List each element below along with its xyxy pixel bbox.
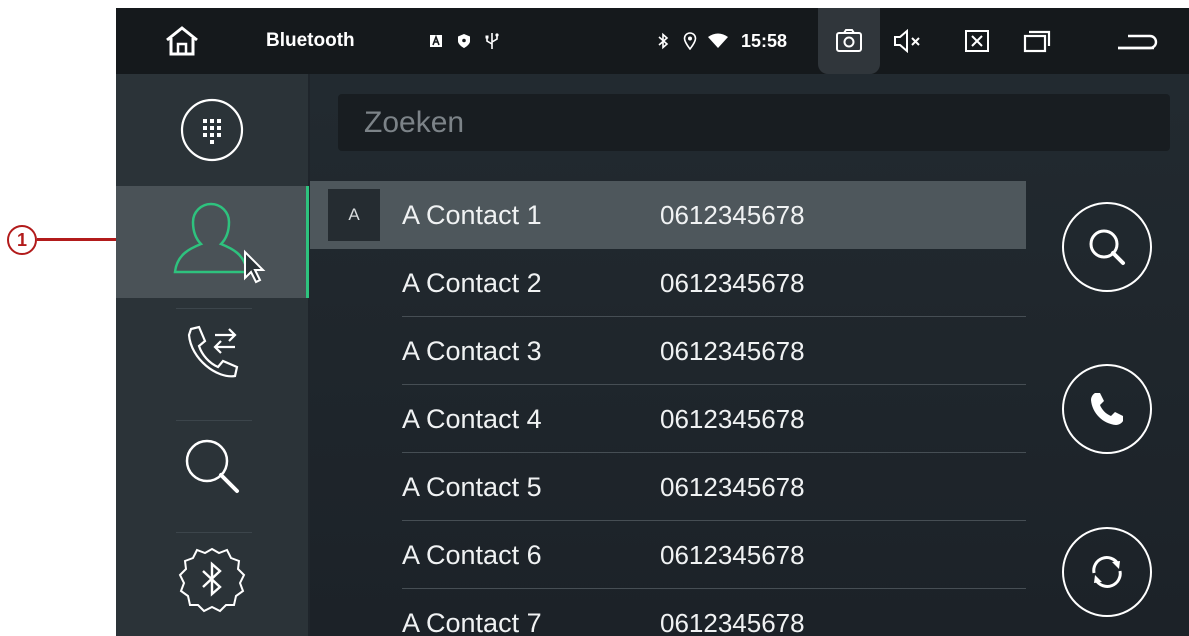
- sidebar-item-dialpad[interactable]: [116, 74, 308, 186]
- screenshot-icon: [836, 29, 862, 52]
- call-button[interactable]: [1062, 364, 1152, 454]
- contact-row[interactable]: A A Contact 1 0612345678: [310, 181, 1026, 249]
- contact-phone: 0612345678: [660, 404, 805, 434]
- contact-row[interactable]: A Contact 4 0612345678: [310, 385, 1026, 453]
- callout-number: 1: [7, 225, 37, 255]
- contact-name: A Contact 6: [402, 540, 542, 570]
- contact-phone: 0612345678: [660, 268, 805, 298]
- contact-icon: [173, 202, 266, 284]
- app-a-icon: [426, 8, 446, 74]
- shield-icon: [454, 8, 474, 74]
- contact-row[interactable]: A Contact 7 0612345678: [310, 589, 1026, 636]
- contact-phone: 0612345678: [660, 540, 805, 570]
- sidebar-item-search[interactable]: [116, 410, 308, 522]
- app-title: Bluetooth: [266, 30, 355, 51]
- contact-row[interactable]: A Contact 3 0612345678: [310, 317, 1026, 385]
- clock: 15:58: [740, 30, 788, 51]
- close-box-icon: [965, 30, 989, 52]
- sidebar-item-contacts[interactable]: [116, 186, 308, 298]
- sidebar-item-bluetooth-settings[interactable]: [116, 522, 308, 636]
- usb-icon: [482, 8, 502, 74]
- screenshot-button[interactable]: [818, 8, 880, 74]
- sidebar-item-call-log[interactable]: [116, 298, 308, 410]
- contacts-panel: Zoeken A A Contact 1 0612345678 A Contac…: [310, 74, 1189, 636]
- head-unit-screen: Bluetooth 15:58 Zoeken A A Contact 1 061…: [116, 8, 1189, 636]
- search-icon: [1089, 229, 1125, 265]
- dialpad-icon: [180, 98, 244, 162]
- wifi-icon: [706, 8, 730, 74]
- mute-icon: [894, 29, 920, 53]
- back-icon: [1118, 34, 1158, 50]
- contact-row[interactable]: A Contact 5 0612345678: [310, 453, 1026, 521]
- contact-row[interactable]: A Contact 2 0612345678: [310, 249, 1026, 317]
- contact-name: A Contact 5: [402, 472, 542, 502]
- status-bar: Bluetooth 15:58: [116, 8, 1189, 74]
- index-letter: A: [328, 189, 380, 241]
- search-contact-button[interactable]: [1062, 202, 1152, 292]
- sync-contacts-button[interactable]: [1062, 527, 1152, 617]
- phone-icon: [1091, 393, 1123, 425]
- sidebar: [116, 74, 308, 636]
- contact-phone: 0612345678: [660, 336, 805, 366]
- search-input[interactable]: Zoeken: [338, 94, 1170, 151]
- home-icon: [166, 26, 198, 56]
- back-button[interactable]: [1106, 8, 1166, 74]
- recent-apps-button[interactable]: [1014, 8, 1060, 74]
- contact-name: A Contact 1: [402, 200, 542, 230]
- mute-button[interactable]: [884, 8, 930, 74]
- contact-phone: 0612345678: [660, 472, 805, 502]
- contact-name: A Contact 7: [402, 608, 542, 636]
- contact-name: A Contact 2: [402, 268, 542, 298]
- contact-phone: 0612345678: [660, 608, 805, 636]
- search-icon: [185, 439, 239, 493]
- close-app-button[interactable]: [954, 8, 1000, 74]
- call-transfer-icon: [187, 325, 239, 378]
- recent-apps-icon: [1023, 30, 1051, 53]
- contact-name: A Contact 4: [402, 404, 542, 434]
- contact-phone: 0612345678: [660, 200, 805, 230]
- contact-row[interactable]: A Contact 6 0612345678: [310, 521, 1026, 589]
- bluetooth-icon: [654, 8, 672, 74]
- bluetooth-settings-icon: [178, 547, 246, 613]
- location-icon: [680, 8, 700, 74]
- sync-icon: [1092, 556, 1122, 588]
- contact-name: A Contact 3: [402, 336, 542, 366]
- active-indicator: [306, 186, 309, 298]
- home-button[interactable]: [154, 8, 210, 74]
